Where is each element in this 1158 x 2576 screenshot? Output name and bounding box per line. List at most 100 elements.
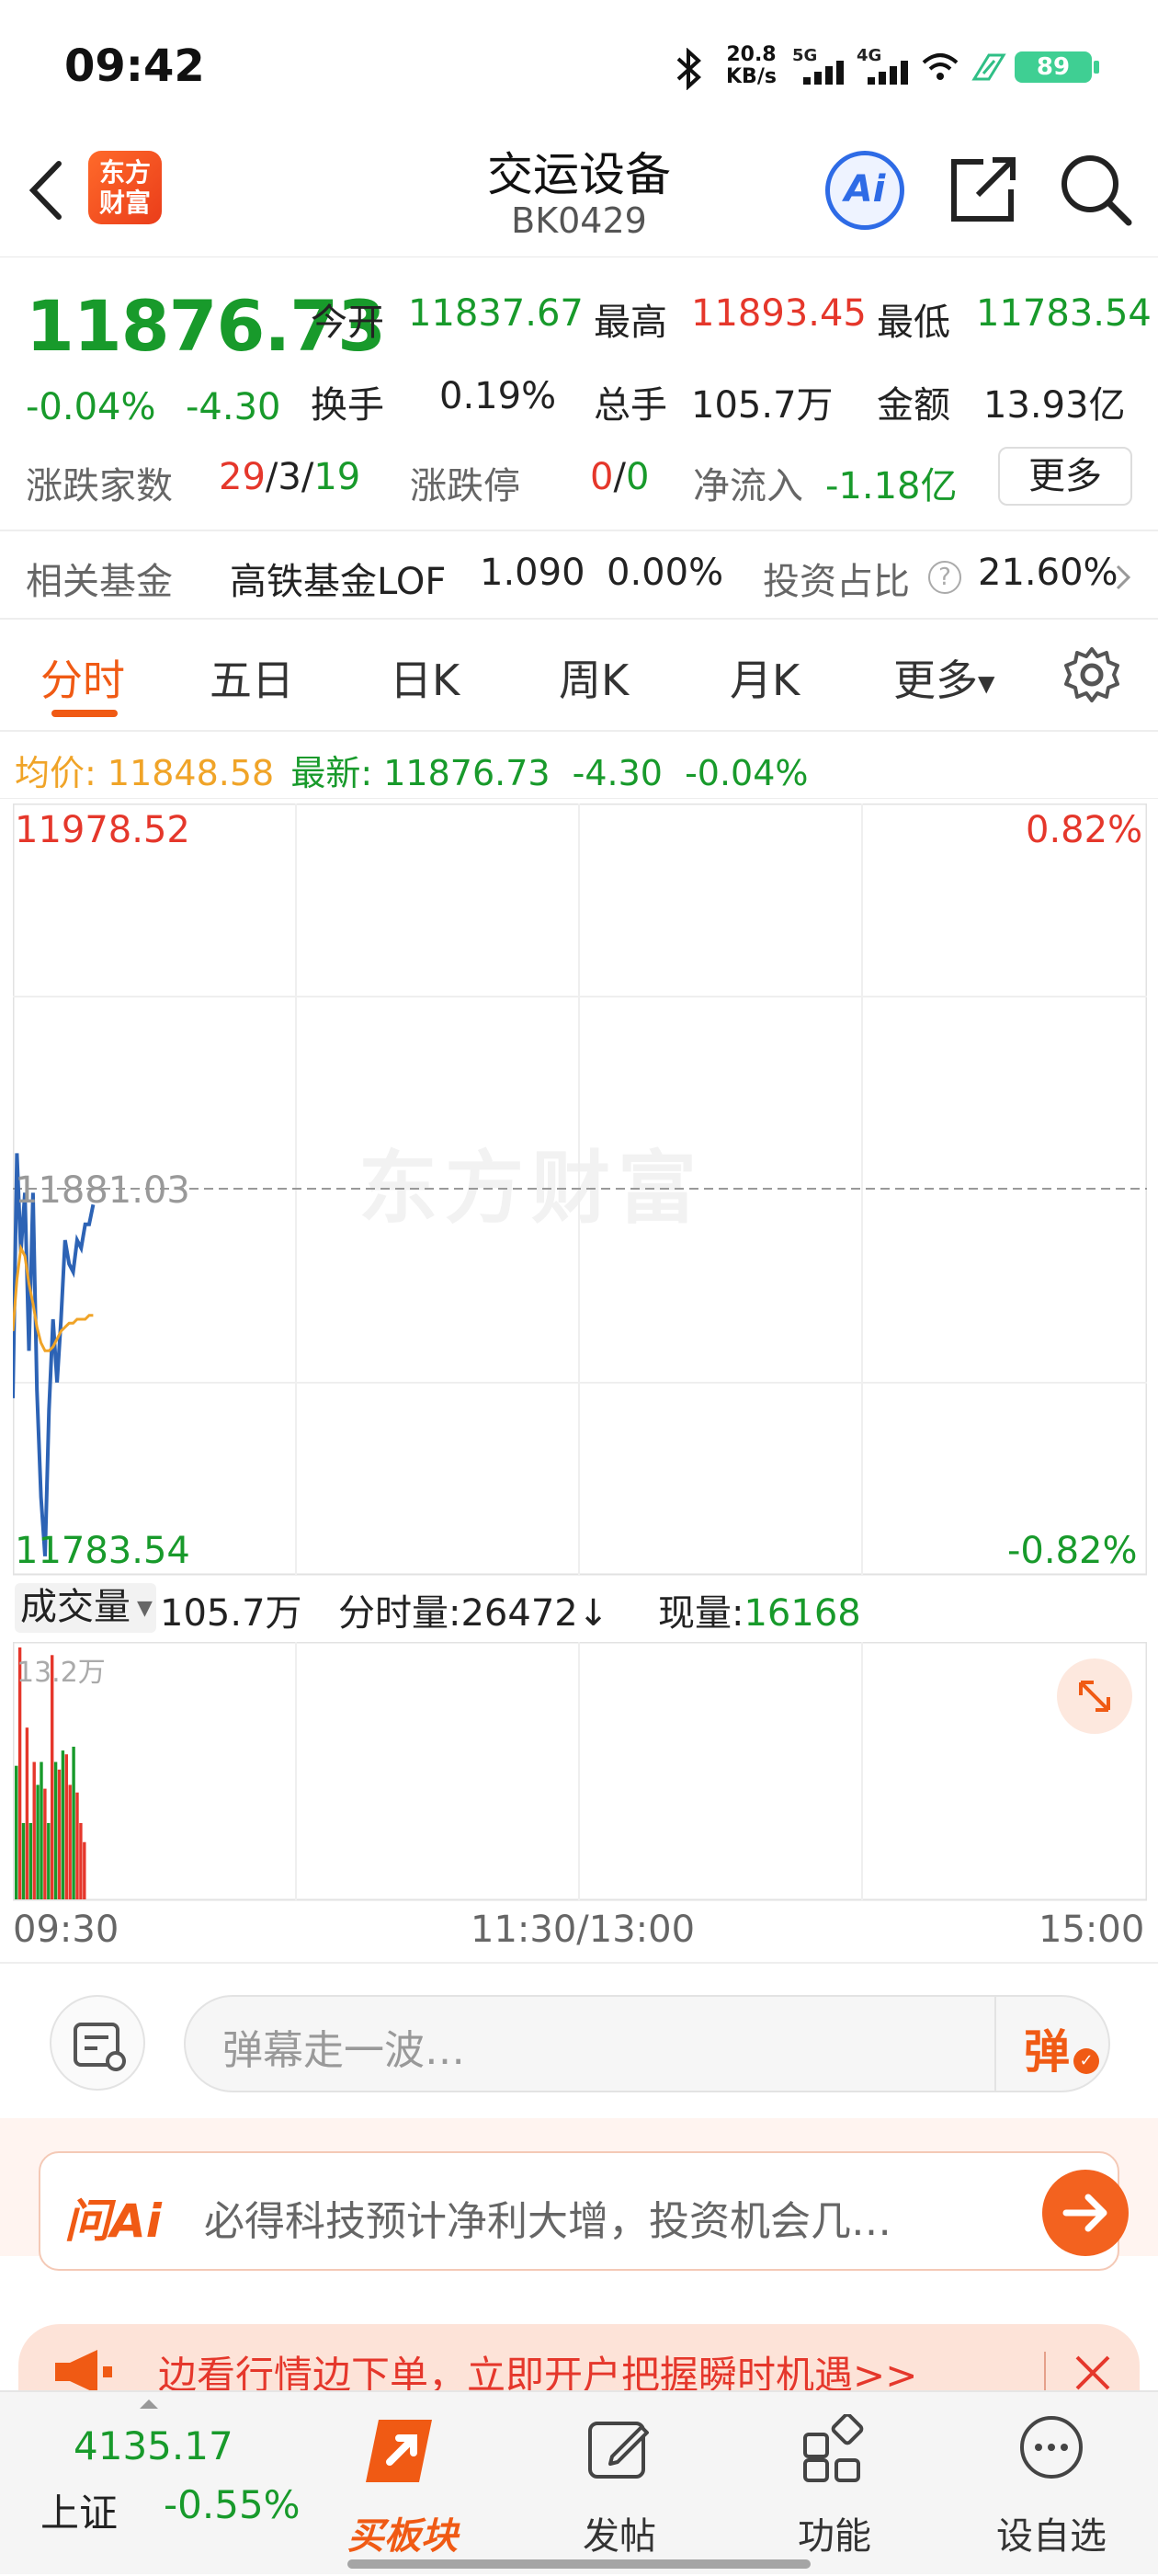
fund-name: 高铁基金LOF <box>230 561 447 603</box>
comment-settings-icon <box>74 2023 126 2071</box>
nav-functions-label: 功能 <box>798 2515 871 2558</box>
investment-ratio-label: 投资占比 <box>763 561 910 603</box>
latest-price: 11876.73 <box>383 753 551 793</box>
related-fund-label: 相关基金 <box>26 561 173 603</box>
related-fund-row[interactable]: 相关基金 高铁基金LOF 1.090 0.00% 投资占比 ? 21.60% <box>0 531 1158 618</box>
danmu-settings-button[interactable] <box>50 1995 145 2091</box>
tab-more-label: 更多 <box>893 655 978 705</box>
danmu-placeholder: 弹幕走一波… <box>222 2027 465 2074</box>
tab-monthly-k[interactable]: 月K <box>730 647 800 708</box>
battery-icon: 89 <box>1015 51 1092 83</box>
dropdown-arrow-icon: ▼ <box>131 1597 153 1620</box>
market-index-widget[interactable]: 4135.17 上证 -0.55% <box>0 2392 312 2576</box>
volume-bar <box>57 1769 62 1899</box>
volume-bar <box>15 1765 18 1899</box>
dropdown-arrow-icon: ▼ <box>978 670 995 697</box>
danmu-send-button[interactable]: 弹 <box>1024 2015 1070 2081</box>
expand-chart-button[interactable] <box>1057 1658 1132 1734</box>
volume-value: 105.7万 <box>691 384 834 427</box>
settings-gear-icon[interactable] <box>1062 645 1121 704</box>
danmu-send-label: 弹 <box>1024 2025 1070 2079</box>
nav-buy-sector[interactable]: 买板块 <box>311 2392 494 2576</box>
volume-bar <box>47 1822 51 1899</box>
page-title: 交运设备 <box>487 148 671 201</box>
volume-bar <box>64 1754 68 1899</box>
pct-bottom-label: -0.82% <box>1007 1530 1138 1572</box>
volume-bar <box>21 1822 26 1899</box>
volume-bar <box>32 1761 36 1899</box>
more-quote-button[interactable]: 更多 <box>998 447 1132 506</box>
danmu-input[interactable]: 弹幕走一波… 弹 ✓ <box>184 1995 1110 2092</box>
chart-info-line: 均价: 11848.58 最新: 11876.73 -4.30 -0.04% <box>15 745 809 795</box>
ai-button[interactable]: Ai <box>825 151 904 230</box>
tab-five-day[interactable]: 五日 <box>210 647 294 708</box>
current-volume-info: 现量:16168 <box>658 1583 861 1636</box>
high-label: 最高 <box>594 302 667 344</box>
total-volume: 105.7万 <box>160 1592 302 1635</box>
net-inflow-value: -1.18亿 <box>825 465 958 507</box>
ai-question-text: 必得科技预计净利大增，投资机会几… <box>204 2198 891 2245</box>
back-arrow-icon[interactable] <box>24 158 70 222</box>
volume-bar <box>36 1784 40 1899</box>
index-name: 上证 <box>40 2491 119 2536</box>
turnover-label: 换手 <box>311 384 384 427</box>
index-change-pct: -0.55% <box>164 2482 301 2527</box>
active-tab-indicator <box>51 710 118 717</box>
volume-label: 总手 <box>594 384 667 427</box>
latest-change: -4.30 <box>572 753 663 793</box>
volume-bar <box>43 1788 47 1899</box>
minute-volume-value: 26472 <box>460 1592 578 1635</box>
sector-code: BK0429 <box>511 200 647 241</box>
nav-post[interactable]: 发帖 <box>528 2392 711 2576</box>
ai-question-bar[interactable]: 问Ai 必得科技预计净利大增，投资机会几… <box>39 2151 1129 2271</box>
down-count: 19 <box>313 456 361 498</box>
nav-post-label: 发帖 <box>583 2515 656 2558</box>
slash: / <box>301 456 314 498</box>
nav-functions[interactable]: 功能 <box>743 2392 926 2576</box>
updown-count-label: 涨跌家数 <box>26 465 173 507</box>
minute-volume-label: 分时量: <box>338 1592 461 1635</box>
pct-top-label: 0.82% <box>1026 809 1143 851</box>
share-icon[interactable] <box>947 153 1020 226</box>
down-arrow-icon: ↓ <box>577 1592 609 1635</box>
volume-bar <box>68 1784 72 1899</box>
high-value: 11893.45 <box>691 292 867 335</box>
status-time: 09:42 <box>64 40 205 92</box>
volume-bar-chart[interactable] <box>13 1642 1147 1901</box>
investment-ratio-value: 21.60% <box>978 552 1118 594</box>
search-icon[interactable] <box>1057 151 1134 228</box>
flat-count: 3 <box>278 456 301 498</box>
volume-type-dropdown[interactable]: 成交量 ▼ <box>15 1583 156 1633</box>
y-bottom-label: 11783.54 <box>15 1530 190 1572</box>
chevron-right-icon <box>1116 564 1131 590</box>
volume-bar <box>83 1841 86 1899</box>
latest-change-pct: -0.04% <box>685 753 809 793</box>
low-value: 11783.54 <box>976 292 1152 335</box>
volume-bar <box>40 1761 43 1899</box>
volume-max-label: 13.2万 <box>17 1657 106 1689</box>
change-percent: -0.04% <box>26 386 156 428</box>
battery-level: 89 <box>1036 53 1071 81</box>
tab-more[interactable]: 更多▼ <box>893 647 994 708</box>
home-indicator <box>347 2559 811 2569</box>
nav-buy-sector-label: 买板块 <box>347 2515 458 2558</box>
nav-add-favorite[interactable]: 设自选 <box>959 2392 1143 2576</box>
volume-bar <box>72 1746 75 1899</box>
app-logo[interactable]: 东方 财富 <box>88 151 162 224</box>
ai-go-button[interactable] <box>1042 2170 1129 2256</box>
limit-label: 涨跌停 <box>410 465 520 507</box>
slash: / <box>613 456 626 498</box>
expand-icon <box>1079 1681 1110 1712</box>
x-label-close: 15:00 <box>1039 1909 1145 1951</box>
help-icon[interactable]: ? <box>928 561 961 594</box>
volume-bar <box>51 1655 54 1899</box>
open-value: 11837.67 <box>408 292 584 335</box>
logo-text-line1: 东方 <box>98 157 151 188</box>
close-icon[interactable] <box>1070 2350 1116 2396</box>
y-top-label: 11978.52 <box>15 809 190 851</box>
top-navigation-bar: 东方 财富 交运设备 BK0429 Ai <box>0 138 1158 257</box>
tab-weekly-k[interactable]: 周K <box>559 647 629 708</box>
avg-label: 均价: <box>15 753 96 793</box>
tab-daily-k[interactable]: 日K <box>390 647 460 708</box>
tab-intraday[interactable]: 分时 <box>40 647 125 708</box>
